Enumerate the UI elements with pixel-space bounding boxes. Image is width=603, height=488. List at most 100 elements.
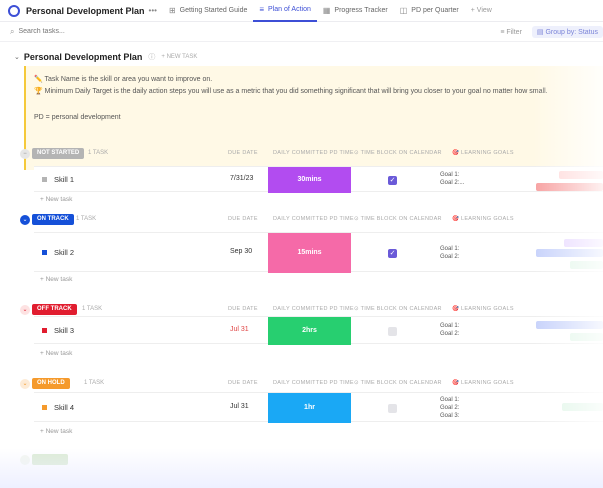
daily-time-cell[interactable]: 1hr [268,393,351,423]
toolbar: ⌕ ≡ Filter ▤ Group by: Status [0,22,603,42]
status-badge[interactable]: NOT STARTED [32,148,85,159]
collapse-group-icon[interactable]: ⌄ [20,305,30,315]
list-title: Personal Development Plan [23,52,143,62]
col-due-date[interactable]: DUE DATE [228,150,258,156]
new-task-button[interactable]: + New task [40,276,72,283]
board-icon: ▦ [322,6,331,15]
status-badge[interactable]: OFF TRACK [32,304,77,315]
info-icon[interactable]: ⓘ [148,52,155,62]
table-row[interactable]: Skill 3 Jul 31 2hrs Goal 1: Goal 2: [34,316,603,345]
due-date[interactable]: Sep 30 [230,248,252,255]
status-group-not-started: − NOT STARTED 1 TASK DUE DATE DAILY COMM… [0,148,603,203]
collapse-group-icon[interactable]: ⌄ [20,215,30,225]
table-row[interactable]: Skill 4 Jul 31 1hr Goal 1: Goal 2: Goal … [34,392,603,423]
due-date[interactable]: 7/31/23 [230,175,253,182]
col-learning-goals[interactable]: 🎯 LEARNING GOALS [452,150,514,156]
tab-plan-of-action[interactable]: ≡ Plan of Action [253,0,317,22]
new-task-button[interactable]: + New task [40,428,72,435]
learning-goals[interactable]: Goal 1: Goal 2: [440,245,459,261]
task-name[interactable]: Skill 2 [54,248,74,257]
task-name[interactable]: Skill 1 [54,175,74,184]
tag-chip[interactable] [559,171,603,179]
time-block-checkbox[interactable]: ✓ [388,249,397,258]
col-time-block[interactable]: ⊙ TIME BLOCK ON CALENDAR [354,150,442,156]
col-time-block[interactable]: ⊙ TIME BLOCK ON CALENDAR [354,380,442,386]
search-input[interactable] [18,28,139,35]
doc-icon: ⊞ [168,6,176,15]
table-row[interactable]: Skill 2 Sep 30 15mins ✓ Goal 1: Goal 2: [34,232,603,273]
time-block-checkbox[interactable]: ✓ [388,176,397,185]
col-daily-committed[interactable]: DAILY COMMITTED PD TIME [273,380,354,386]
note-line: PD = personal development [34,114,121,121]
collapse-group-icon[interactable] [20,455,30,465]
status-square-icon[interactable] [42,405,47,410]
status-square-icon[interactable] [42,250,47,255]
col-due-date[interactable]: DUE DATE [228,380,258,386]
tab-pd-per-quarter[interactable]: ◫ PD per Quarter [394,0,465,22]
status-badge[interactable]: ON HOLD [32,378,70,389]
page-title: Personal Development Plan [26,5,145,16]
time-block-checkbox[interactable] [388,327,397,336]
status-badge[interactable]: ON TRACK [32,214,74,225]
tag-chip[interactable] [536,183,603,191]
collapse-list-icon[interactable]: ⌄ [14,53,20,61]
daily-time-cell[interactable]: 30mins [268,167,351,193]
note-line: ✏️ Task Name is the skill or area you wa… [34,76,213,83]
tab-label: + View [470,7,492,14]
due-date[interactable]: Jul 31 [230,326,249,333]
workspace-icon[interactable] [8,4,20,17]
tag-chip[interactable] [562,403,603,411]
col-daily-committed[interactable]: DAILY COMMITTED PD TIME [273,150,354,156]
new-task-button[interactable]: + New task [40,196,72,203]
status-badge[interactable] [32,454,68,465]
learning-goals[interactable]: Goal 1: Goal 2: Goal 3: [440,396,459,420]
tab-label: Getting Started Guide [179,7,248,14]
tag-chip[interactable] [564,239,603,247]
tag-chip[interactable] [536,321,603,329]
status-group-on-hold: ⌄ ON HOLD 1 TASK DUE DATE DAILY COMMITTE… [0,378,603,435]
col-daily-committed[interactable]: DAILY COMMITTED PD TIME [273,306,354,312]
list-new-task-button[interactable]: + NEW TASK [161,54,197,60]
tag-chip[interactable] [570,333,603,341]
col-daily-committed[interactable]: DAILY COMMITTED PD TIME [273,216,354,222]
tag-chip[interactable] [570,261,603,269]
col-time-block[interactable]: ⊙ TIME BLOCK ON CALENDAR [354,216,442,222]
due-date[interactable]: Jul 31 [230,403,249,410]
status-square-icon[interactable] [42,177,47,182]
daily-time-cell[interactable]: 2hrs [268,317,351,345]
tab-progress-tracker[interactable]: ▦ Progress Tracker [317,0,394,22]
collapse-group-icon[interactable]: − [20,149,30,159]
add-view-button[interactable]: + View [465,0,498,22]
col-learning-goals[interactable]: 🎯 LEARNING GOALS [452,306,514,312]
daily-time-cell[interactable]: 15mins [268,233,351,273]
list-icon: ≡ [259,5,265,14]
task-count: 1 TASK [84,380,105,386]
collapse-group-icon[interactable]: ⌄ [20,379,30,389]
tab-getting-started-guide[interactable]: ⊞ Getting Started Guide [163,0,253,22]
col-time-block[interactable]: ⊙ TIME BLOCK ON CALENDAR [354,306,442,312]
status-group-next [0,454,603,468]
learning-goals[interactable]: Goal 1: Goal 2:... [440,171,464,187]
table-row[interactable]: Skill 1 7/31/23 30mins ✓ Goal 1: Goal 2:… [34,166,603,193]
col-due-date[interactable]: DUE DATE [228,216,258,222]
tag-chip[interactable] [536,249,603,257]
learning-goals[interactable]: Goal 1: Goal 2: [440,322,459,338]
col-learning-goals[interactable]: 🎯 LEARNING GOALS [452,216,514,222]
filter-button[interactable]: ≡ Filter [500,29,522,36]
more-options-icon[interactable]: ••• [149,6,157,15]
task-count: 1 TASK [82,306,103,312]
task-name[interactable]: Skill 3 [54,326,74,335]
col-learning-goals[interactable]: 🎯 LEARNING GOALS [452,380,514,386]
group-label: Group by: Status [545,29,598,36]
group-header: ⌄ ON TRACK 1 TASK DUE DATE DAILY COMMITT… [0,214,603,228]
group-by-button[interactable]: ▤ Group by: Status [531,26,603,38]
time-block-checkbox[interactable] [388,404,397,413]
status-group-off-track: ⌄ OFF TRACK 1 TASK DUE DATE DAILY COMMIT… [0,304,603,357]
task-name[interactable]: Skill 4 [54,403,74,412]
top-bar: Personal Development Plan ••• ⊞ Getting … [0,0,603,22]
status-square-icon[interactable] [42,328,47,333]
status-group-on-track: ⌄ ON TRACK 1 TASK DUE DATE DAILY COMMITT… [0,214,603,283]
col-due-date[interactable]: DUE DATE [228,306,258,312]
new-task-button[interactable]: + New task [40,350,72,357]
tab-label: Plan of Action [268,6,311,13]
